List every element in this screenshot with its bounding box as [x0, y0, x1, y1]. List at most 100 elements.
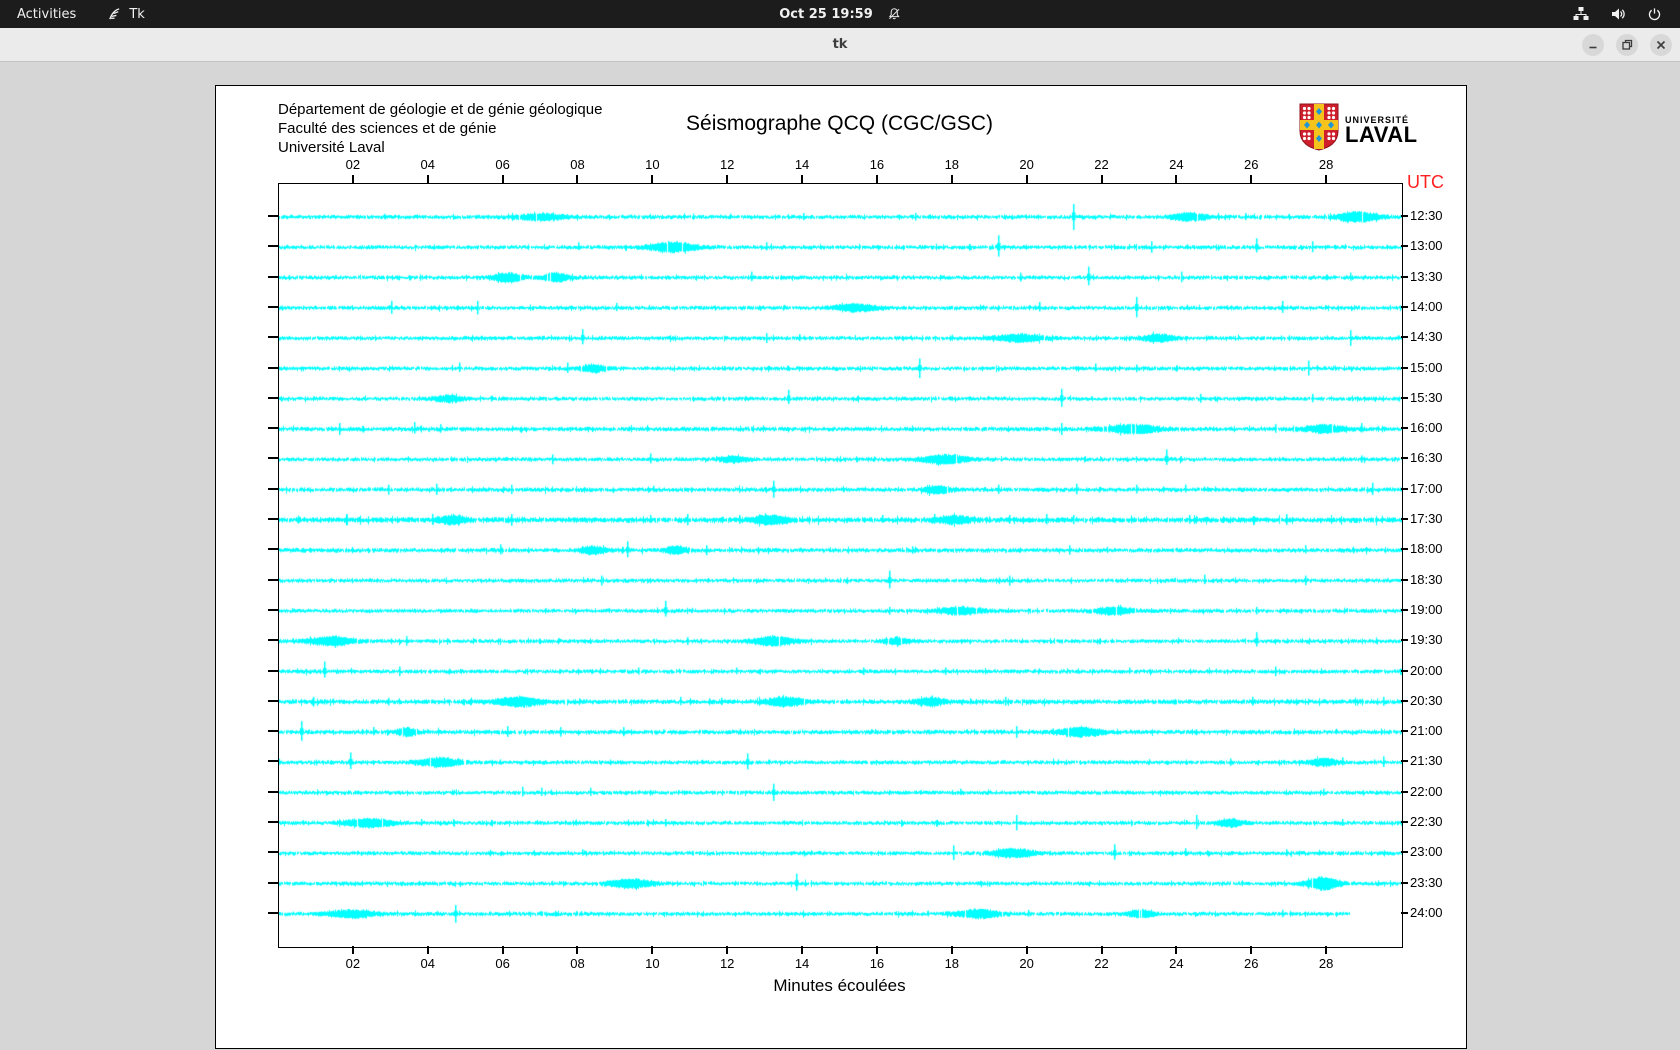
- x-tick-bottom: [726, 946, 729, 954]
- utc-time-label: 18:30: [1410, 571, 1443, 587]
- close-button[interactable]: [1650, 33, 1672, 56]
- x-tick-label-top: 14: [794, 157, 810, 172]
- notifications-muted-icon: [887, 7, 901, 21]
- x-tick-top: [1175, 175, 1178, 183]
- laval-logo-text: UNIVERSITÉ LAVAL: [1345, 115, 1418, 146]
- row-tick-right: [1401, 699, 1408, 702]
- row-tick-right: [1401, 275, 1408, 278]
- x-tick-label-bottom: 18: [944, 956, 960, 971]
- utc-time-label: 22:30: [1410, 814, 1443, 829]
- row-tick-left: [268, 790, 278, 793]
- utc-time-label: 20:00: [1410, 662, 1443, 678]
- seismograph-canvas: Département de géologie et de génie géol…: [215, 85, 1467, 1049]
- utc-time-label: 20:30: [1410, 692, 1443, 708]
- app-indicator-tk[interactable]: Tk: [93, 0, 158, 28]
- utc-time-label: 17:00: [1410, 480, 1443, 496]
- x-tick-top: [950, 175, 953, 183]
- maximize-button[interactable]: [1616, 33, 1638, 56]
- row-tick-left: [268, 457, 278, 460]
- x-tick-bottom: [576, 946, 579, 954]
- x-tick-label-top: 02: [345, 157, 361, 172]
- row-tick-right: [1401, 821, 1408, 823]
- x-tick-label-top: 04: [420, 157, 435, 172]
- row-tick-right: [1401, 518, 1408, 520]
- x-tick-label-top: 16: [869, 157, 885, 172]
- utc-time-label: 19:00: [1410, 601, 1443, 617]
- row-tick-right: [1401, 548, 1408, 551]
- x-tick-top: [426, 175, 429, 183]
- x-tick-top: [351, 175, 354, 183]
- x-tick-label-bottom: 04: [420, 956, 435, 971]
- gnome-top-bar: Activities Tk Oct 25 19:59: [0, 0, 1680, 28]
- x-tick-bottom: [351, 946, 354, 954]
- row-tick-left: [268, 669, 278, 672]
- row-tick-left: [268, 760, 278, 763]
- x-tick-label-bottom: 12: [719, 956, 735, 971]
- row-tick-right: [1401, 336, 1408, 339]
- row-tick-right: [1401, 457, 1408, 460]
- utc-time-label: 19:30: [1410, 632, 1443, 648]
- universite-laval-logo: UNIVERSITÉ LAVAL: [1299, 103, 1418, 156]
- x-tick-label-bottom: 08: [570, 956, 585, 971]
- x-tick-label-top: 18: [944, 157, 960, 172]
- row-tick-left: [268, 427, 278, 430]
- x-tick-label-top: 22: [1094, 157, 1109, 172]
- row-tick-right: [1401, 396, 1408, 399]
- row-tick-left: [268, 851, 278, 854]
- x-tick-label-bottom: 26: [1244, 956, 1259, 971]
- row-tick-left: [268, 336, 278, 339]
- utc-axis-label: UTC: [1407, 172, 1444, 192]
- x-tick-top: [501, 175, 504, 183]
- row-tick-left: [268, 699, 278, 702]
- row-tick-left: [268, 548, 278, 551]
- x-tick-label-top: 24: [1169, 157, 1184, 172]
- row-tick-right: [1401, 245, 1408, 248]
- network-icon[interactable]: [1573, 6, 1589, 22]
- seismogram-traces: [279, 184, 1402, 947]
- x-tick-label-bottom: 28: [1318, 956, 1334, 971]
- x-tick-label-bottom: 20: [1019, 956, 1034, 971]
- row-tick-left: [268, 730, 278, 733]
- x-tick-bottom: [651, 946, 654, 954]
- x-tick-label-bottom: 02: [345, 956, 361, 971]
- activities-button[interactable]: Activities: [0, 0, 93, 28]
- utc-time-label: 16:30: [1410, 450, 1443, 466]
- x-tick-top: [1025, 175, 1028, 183]
- row-tick-left: [268, 366, 278, 369]
- row-tick-right: [1401, 608, 1408, 611]
- row-tick-right: [1401, 790, 1408, 793]
- row-tick-left: [268, 578, 278, 581]
- x-tick-label-bottom: 22: [1094, 956, 1109, 971]
- x-tick-label-bottom: 24: [1169, 956, 1184, 971]
- x-tick-top: [726, 175, 729, 183]
- row-tick-right: [1401, 851, 1408, 854]
- row-tick-right: [1401, 215, 1408, 217]
- volume-icon[interactable]: [1610, 6, 1626, 22]
- x-tick-label-bottom: 06: [495, 956, 510, 971]
- x-tick-bottom: [1250, 946, 1253, 954]
- row-tick-right: [1401, 669, 1408, 672]
- utc-time-label: 13:30: [1410, 268, 1443, 284]
- row-tick-right: [1401, 366, 1408, 369]
- row-tick-left: [268, 881, 278, 884]
- x-tick-bottom: [426, 946, 429, 954]
- seismogram-plot-box: [278, 183, 1403, 948]
- x-tick-top: [651, 175, 654, 183]
- window-titlebar[interactable]: tk: [0, 28, 1680, 62]
- x-tick-top: [1325, 175, 1328, 183]
- x-tick-label-top: 28: [1318, 157, 1334, 172]
- x-tick-label-top: 10: [645, 157, 660, 172]
- x-tick-top: [1100, 175, 1103, 183]
- row-tick-right: [1401, 305, 1408, 308]
- power-icon[interactable]: [1647, 7, 1662, 22]
- row-tick-right: [1401, 487, 1408, 490]
- row-tick-left: [268, 911, 278, 914]
- x-tick-bottom: [1025, 946, 1028, 954]
- x-tick-bottom: [950, 946, 953, 954]
- minimize-button[interactable]: [1582, 33, 1604, 56]
- x-tick-top: [1250, 175, 1253, 183]
- utc-time-label: 21:00: [1410, 723, 1443, 739]
- clock-menu[interactable]: Oct 25 19:59: [779, 0, 901, 28]
- x-tick-label-bottom: 16: [869, 956, 885, 971]
- plot-title: Séismographe QCQ (CGC/GSC): [686, 112, 993, 135]
